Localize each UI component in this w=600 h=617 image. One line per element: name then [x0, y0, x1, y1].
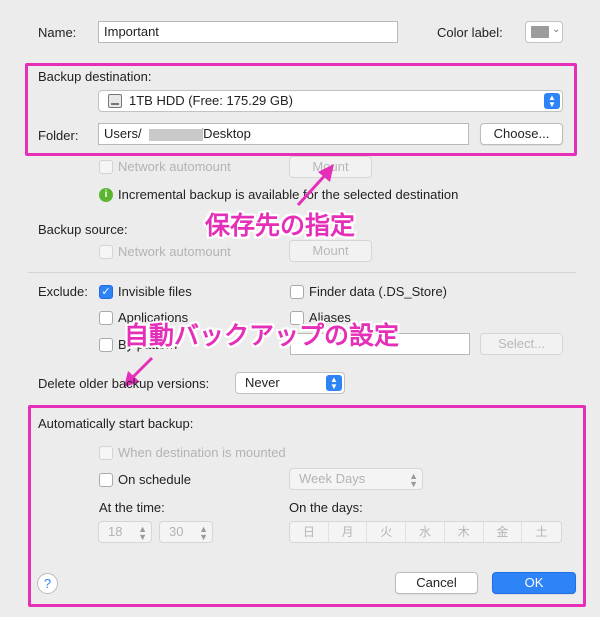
destination-drive-value: 1TB HDD (Free: 175.29 GB)	[129, 93, 293, 108]
chevron-down-icon: ⌄	[552, 24, 561, 35]
finder-data-checkbox[interactable]	[290, 285, 304, 299]
delete-older-label: Delete older backup versions:	[38, 376, 210, 391]
delete-older-value: Never	[245, 375, 280, 390]
separator	[28, 272, 576, 273]
day-segment[interactable]: 土	[522, 522, 561, 542]
on-schedule-label: On schedule	[118, 472, 191, 487]
hour-value: 18	[108, 524, 123, 539]
finder-data-label: Finder data (.DS_Store)	[309, 284, 448, 299]
day-segment[interactable]: 水	[406, 522, 445, 542]
folder-field[interactable]: Users/ /Desktop	[98, 123, 469, 145]
folder-label: Folder:	[38, 128, 79, 143]
auto-start-label: Automatically start backup:	[38, 416, 194, 431]
hour-stepper[interactable]: 18 ▲ ▼	[98, 521, 152, 543]
info-icon: i	[99, 188, 113, 202]
network-automount-label: Network automount	[118, 159, 231, 174]
select-arrows-icon: ▲ ▼	[544, 93, 560, 109]
on-schedule-checkbox[interactable]	[99, 473, 113, 487]
day-segment[interactable]: 木	[445, 522, 484, 542]
color-swatch	[531, 26, 549, 38]
name-label: Name:	[38, 25, 77, 40]
days-segmented-control[interactable]: 日月火水木金土	[289, 521, 562, 543]
cancel-button[interactable]: Cancel	[395, 572, 478, 594]
minute-stepper[interactable]: 30 ▲ ▼	[159, 521, 213, 543]
folder-suffix: /Desktop	[199, 126, 251, 141]
by-pattern-checkbox[interactable]	[99, 338, 113, 352]
when-mounted-label: When destination is mounted	[118, 445, 286, 460]
schedule-select[interactable]: Week Days ▲ ▼	[289, 468, 423, 490]
folder-prefix: Users/	[104, 126, 142, 141]
applications-checkbox[interactable]	[99, 311, 113, 325]
schedule-value: Week Days	[299, 471, 366, 486]
network-automount-checkbox[interactable]	[99, 160, 113, 174]
minute-value: 30	[169, 524, 184, 539]
select-arrows-icon: ▲ ▼	[326, 375, 342, 391]
destination-drive-select[interactable]: 1TB HDD (Free: 175.29 GB) ▲ ▼	[98, 90, 563, 112]
delete-older-select[interactable]: Never ▲ ▼	[235, 372, 345, 394]
day-segment[interactable]: 火	[367, 522, 407, 542]
hard-drive-icon	[108, 94, 122, 108]
incremental-info-text: Incremental backup is available for the …	[118, 187, 459, 202]
day-segment[interactable]: 金	[484, 522, 523, 542]
exclude-label: Exclude:	[38, 284, 88, 299]
day-segment[interactable]: 日	[290, 522, 329, 542]
color-label-picker[interactable]: ⌄	[525, 21, 563, 43]
choose-folder-button[interactable]: Choose...	[480, 123, 563, 145]
select-arrows-icon: ▲ ▼	[409, 471, 418, 489]
day-segment[interactable]: 月	[329, 522, 368, 542]
annotation-destination-text: 保存先の指定	[205, 211, 356, 240]
backup-source-label: Backup source:	[38, 222, 128, 237]
backup-destination-label: Backup destination:	[38, 69, 152, 84]
help-button[interactable]: ?	[37, 573, 58, 594]
on-days-label: On the days:	[289, 500, 363, 515]
stepper-arrows-icon: ▲ ▼	[199, 524, 208, 542]
source-mount-button[interactable]: Mount	[289, 240, 372, 262]
select-pattern-button[interactable]: Select...	[480, 333, 563, 355]
color-label-label: Color label:	[437, 25, 503, 40]
at-time-label: At the time:	[99, 500, 165, 515]
source-network-automount-checkbox[interactable]	[99, 245, 113, 259]
when-mounted-checkbox[interactable]	[99, 446, 113, 460]
name-field[interactable]: Important	[98, 21, 398, 43]
stepper-arrows-icon: ▲ ▼	[138, 524, 147, 542]
ok-button[interactable]: OK	[492, 572, 576, 594]
invisible-files-label: Invisible files	[118, 284, 192, 299]
annotation-arrow-destination	[296, 164, 334, 207]
source-network-automount-label: Network automount	[118, 244, 231, 259]
invisible-files-checkbox[interactable]: ✓	[99, 285, 113, 299]
redacted-username	[149, 129, 203, 141]
annotation-auto-backup-text: 自動バックアップの設定	[124, 321, 400, 350]
